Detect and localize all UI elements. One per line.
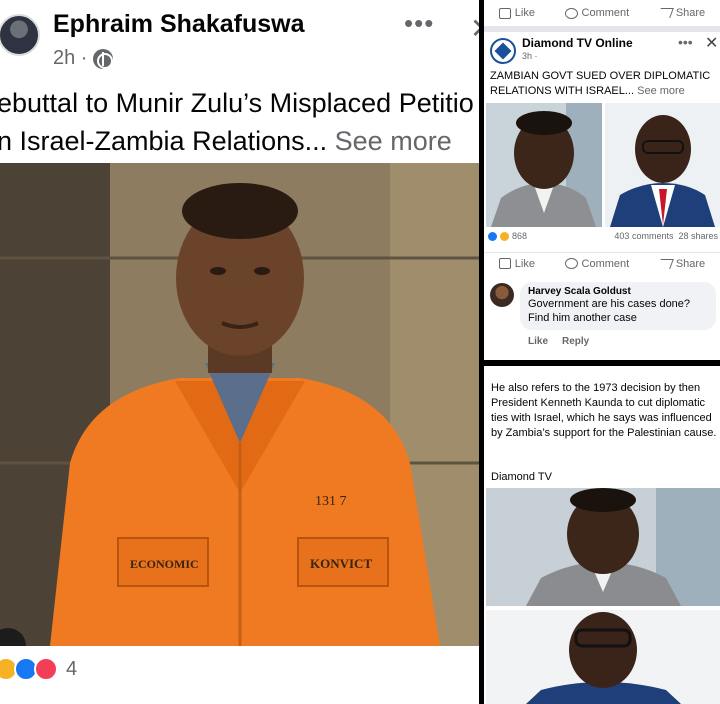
post-text-line-2: n Israel-Zambia Relations... See more [0, 126, 452, 156]
share-icon [656, 8, 674, 18]
globe-icon [93, 48, 114, 69]
post-headline: ZAMBIAN GOVT SUED OVER DIPLOMATIC RELATI… [490, 70, 711, 97]
comment-icon [564, 258, 578, 269]
comment-button[interactable]: Comment [564, 7, 629, 19]
thumbs-up-icon [498, 7, 511, 19]
left-post-card: Ephraim Shakafuswa 2h · ••• ✕ ebuttal to… [0, 0, 479, 704]
comment-actions: Like Reply [528, 336, 589, 347]
like-button[interactable]: Like [498, 7, 535, 19]
blue-suit-portrait-image [486, 610, 720, 704]
reaction-count: 868 [512, 231, 528, 241]
close-icon[interactable]: ✕ [470, 12, 479, 45]
blue-suit-portrait-image [604, 103, 720, 227]
author-name[interactable]: Ephraim Shakafuswa [53, 10, 304, 39]
see-more-link[interactable]: See more [335, 126, 452, 156]
photo-man-blue-suit[interactable] [604, 103, 720, 227]
number-tag: 131 7 [315, 494, 347, 509]
share-button[interactable]: Share [656, 258, 705, 270]
like-reaction-icon [488, 231, 497, 241]
like-button[interactable]: Like [498, 258, 535, 270]
comment-icon [564, 7, 578, 19]
commenter-name[interactable]: Harvey Scala Goldust [528, 286, 708, 297]
post-time[interactable]: 2h · [53, 47, 87, 70]
page-avatar[interactable] [490, 38, 516, 64]
post-photos[interactable] [486, 103, 720, 227]
comment-text: Government are his cases done? Find him … [528, 298, 691, 324]
comment-like-button[interactable]: Like [528, 336, 548, 347]
more-options-icon[interactable]: ••• [404, 8, 434, 39]
post-stats: 868 403 comments 28 shares [488, 231, 718, 241]
comment-share-counts: 403 comments 28 shares [614, 231, 718, 241]
post-text: ebuttal to Munir Zulu’s Misplaced Petiti… [0, 84, 479, 160]
share-button[interactable]: Share [656, 7, 705, 19]
commenter-avatar[interactable] [490, 283, 514, 307]
prisoner-portrait-image: 131 7 ECONOMIC KONVICT [0, 163, 479, 646]
article-excerpt-card: He also refers to the 1973 decision by t… [484, 366, 720, 704]
post-actions: Like Comment Share [484, 252, 720, 274]
share-icon [656, 258, 674, 269]
share-count[interactable]: 28 shares [678, 231, 718, 241]
haha-reaction-icon [500, 231, 509, 241]
comment-count[interactable]: 403 comments [614, 231, 673, 241]
divider [484, 26, 720, 32]
photo-man-grey-suit[interactable] [486, 103, 602, 227]
comment-reply-button[interactable]: Reply [562, 336, 589, 347]
page-name[interactable]: Diamond TV Online [522, 36, 633, 50]
economic-patch: ECONOMIC [130, 557, 199, 571]
reactions-summary[interactable]: 868 [488, 231, 527, 241]
post-text-line-1: ebuttal to Munir Zulu’s Misplaced Petiti… [0, 88, 474, 118]
love-reaction-icon [34, 657, 58, 681]
comment-button[interactable]: Comment [564, 258, 629, 270]
comment-bubble: Harvey Scala Goldust Government are his … [520, 282, 716, 330]
grey-suit-portrait-image [486, 103, 602, 227]
grey-suit-portrait-image [486, 488, 720, 606]
reactions-summary[interactable]: 4 [0, 657, 77, 681]
thumbs-up-icon [498, 258, 511, 269]
konvict-patch: KONVICT [310, 556, 372, 571]
article-source: Diamond TV [491, 471, 552, 483]
post-photo[interactable]: 131 7 ECONOMIC KONVICT [0, 163, 479, 646]
post-time[interactable]: 3h · [522, 51, 538, 61]
author-avatar[interactable] [0, 14, 40, 56]
article-photo-grey-suit[interactable] [486, 488, 720, 606]
previous-post-actions: Like Comment Share [484, 2, 720, 24]
post-meta: 2h · [53, 47, 114, 70]
article-photo-blue-suit[interactable] [486, 610, 720, 704]
diamond-tv-post-card: Like Comment Share Diamond TV Online 3h … [484, 0, 720, 360]
reaction-count: 4 [66, 657, 78, 680]
close-icon[interactable]: ✕ [705, 33, 718, 53]
see-more-link[interactable]: See more [637, 85, 685, 97]
article-body: He also refers to the 1973 decision by t… [491, 382, 717, 439]
more-options-icon[interactable]: ••• [678, 34, 693, 50]
